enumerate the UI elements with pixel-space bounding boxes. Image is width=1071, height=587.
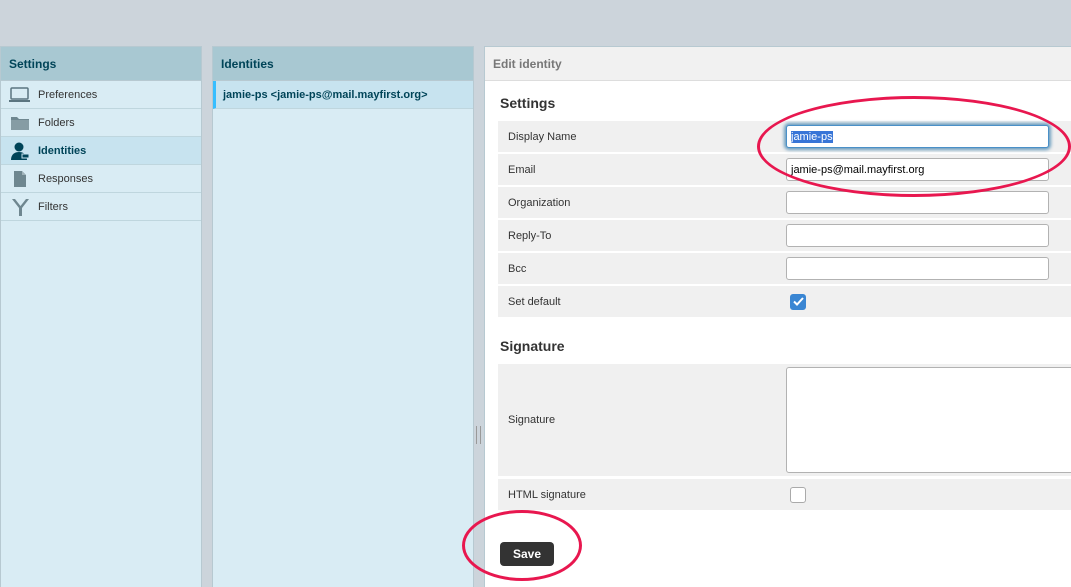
display-name-value: jamie-ps xyxy=(791,130,833,143)
edit-panel-title: Edit identity xyxy=(485,47,1071,81)
email-value: jamie-ps@mail.mayfirst.org xyxy=(791,163,925,176)
bcc-label: Bcc xyxy=(508,262,527,275)
reply-to-row: Reply-To xyxy=(498,220,1071,251)
filter-icon xyxy=(9,197,31,217)
settings-panel: Settings Preferences Folders Identities … xyxy=(0,46,202,587)
set-default-checkbox[interactable] xyxy=(790,293,806,310)
identity-list-item[interactable]: jamie-ps <jamie-ps@mail.mayfirst.org> xyxy=(213,81,473,109)
monitor-icon xyxy=(9,85,31,105)
set-default-row: Set default xyxy=(498,286,1071,317)
sidebar-item-identities[interactable]: Identities xyxy=(1,137,201,165)
sidebar-item-responses[interactable]: Responses xyxy=(1,165,201,193)
folder-icon xyxy=(9,113,31,133)
signature-textarea[interactable] xyxy=(786,367,1071,473)
display-name-input[interactable]: jamie-ps xyxy=(786,125,1049,148)
settings-panel-title: Settings xyxy=(1,47,201,81)
bcc-input[interactable] xyxy=(786,257,1049,280)
identities-panel: Identities jamie-ps <jamie-ps@mail.mayfi… xyxy=(212,46,474,587)
email-row: Email jamie-ps@mail.mayfirst.org xyxy=(498,154,1071,185)
set-default-label: Set default xyxy=(508,295,561,308)
edit-identity-panel: Edit identity Settings Display Name jami… xyxy=(484,46,1071,587)
sidebar-item-label: Identities xyxy=(38,144,87,157)
organization-label: Organization xyxy=(508,196,571,209)
bcc-row: Bcc xyxy=(498,253,1071,284)
checkmark-icon xyxy=(792,297,804,306)
sidebar-item-label: Folders xyxy=(38,116,75,129)
document-icon xyxy=(9,169,31,189)
sidebar-item-label: Responses xyxy=(38,172,94,185)
organization-row: Organization xyxy=(498,187,1071,218)
display-name-label: Display Name xyxy=(508,130,577,143)
email-field[interactable]: jamie-ps@mail.mayfirst.org xyxy=(786,158,1049,181)
signature-row: Signature xyxy=(498,364,1071,476)
sidebar-item-filters[interactable]: Filters xyxy=(1,193,201,221)
user-icon xyxy=(9,141,31,161)
panel-splitter[interactable] xyxy=(476,426,481,444)
display-name-row: Display Name jamie-ps xyxy=(498,121,1071,152)
reply-to-input[interactable] xyxy=(786,224,1049,247)
sidebar-item-label: Preferences xyxy=(38,88,98,101)
sidebar-item-folders[interactable]: Folders xyxy=(1,109,201,137)
html-signature-checkbox[interactable] xyxy=(790,486,806,503)
identities-panel-title: Identities xyxy=(213,47,473,81)
html-signature-label: HTML signature xyxy=(508,488,586,501)
organization-input[interactable] xyxy=(786,191,1049,214)
sidebar-item-preferences[interactable]: Preferences xyxy=(1,81,201,109)
signature-section-title: Signature xyxy=(500,338,565,354)
sidebar-item-label: Filters xyxy=(38,200,68,213)
email-label: Email xyxy=(508,163,536,176)
save-button[interactable]: Save xyxy=(500,542,554,566)
html-signature-row: HTML signature xyxy=(498,479,1071,510)
settings-section-title: Settings xyxy=(500,95,556,111)
signature-label: Signature xyxy=(508,414,556,426)
reply-to-label: Reply-To xyxy=(508,229,552,242)
